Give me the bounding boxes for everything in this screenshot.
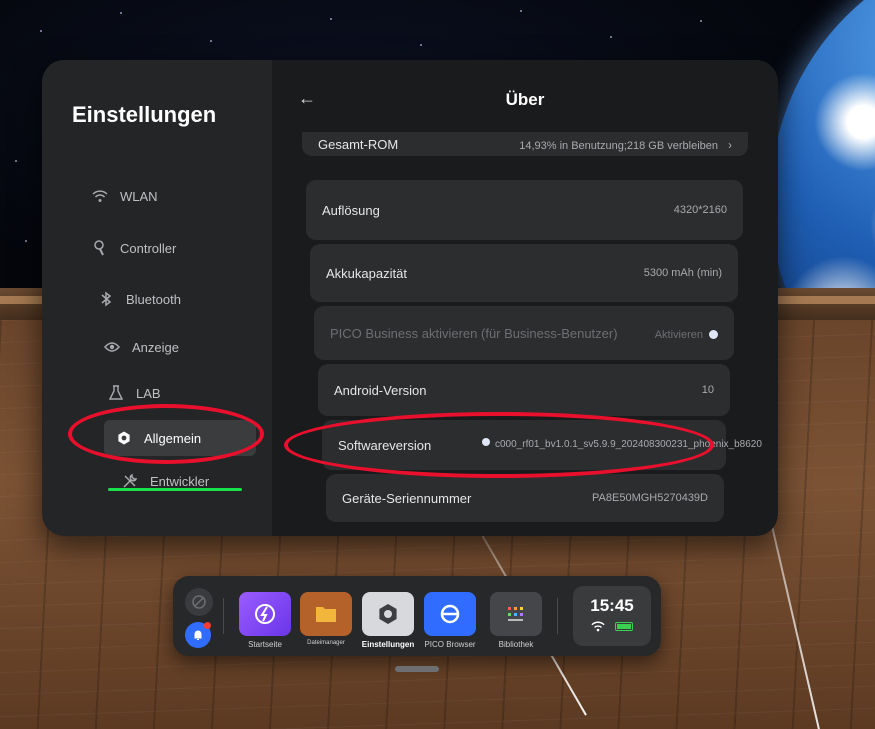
- dock-app-pico-browser[interactable]: PICO Browser: [423, 592, 477, 649]
- sidebar-item-controller[interactable]: Controller: [80, 233, 176, 263]
- row-gesamt-rom[interactable]: Gesamt-ROM 14,93% in Benutzung;218 GB ve…: [302, 132, 748, 156]
- row-seriennummer: Geräte-Seriennummer PA8E50MGH5270439D: [326, 474, 724, 522]
- highlight-softwareversion: [284, 412, 714, 478]
- highlight-allgemein: [68, 404, 264, 464]
- notification-badge: [204, 622, 211, 629]
- dock-chevron-handle[interactable]: [395, 666, 439, 672]
- row-label: Geräte-Seriennummer: [342, 490, 472, 506]
- sidebar-item-bluetooth[interactable]: Bluetooth: [86, 284, 181, 314]
- sidebar-title: Einstellungen: [72, 102, 217, 127]
- row-akkukapazitaet: Akkukapazität 5300 mAh (min): [310, 244, 738, 302]
- battery-icon: [615, 622, 633, 631]
- row-value: 4320*2160: [673, 204, 727, 216]
- sidebar-item-label: Controller: [120, 240, 177, 256]
- sidebar: Einstellungen WLAN Controller Bluetooth …: [42, 60, 272, 536]
- app-label: Einstellungen: [361, 640, 415, 649]
- sidebar-item-entwickler[interactable]: Entwickler: [110, 466, 209, 496]
- clock-widget[interactable]: 15:45: [573, 586, 651, 646]
- app-label: Dateimanager: [307, 640, 345, 646]
- dock-app-einstellungen[interactable]: Einstellungen: [361, 592, 415, 649]
- row-value: 10: [701, 384, 714, 396]
- sidebar-item-label: Bluetooth: [126, 291, 181, 307]
- row-label: Gesamt-ROM: [318, 136, 399, 152]
- app-label: PICO Browser: [424, 640, 476, 649]
- home-icon: [239, 592, 291, 636]
- controller-icon: [92, 240, 108, 256]
- app-label: Startseite: [248, 640, 282, 649]
- app-label: Bibliothek: [498, 640, 534, 649]
- sidebar-item-wlan[interactable]: WLAN: [80, 181, 158, 211]
- row-pico-business[interactable]: PICO Business aktivieren (für Business-B…: [314, 306, 734, 360]
- dock-app-bibliothek[interactable]: Bibliothek: [489, 592, 543, 649]
- browser-icon: [424, 592, 476, 636]
- sidebar-item-anzeige[interactable]: Anzeige: [92, 332, 179, 362]
- status-icons: [573, 621, 651, 632]
- eye-icon: [104, 339, 120, 355]
- dock-separator: [557, 598, 558, 634]
- folder-icon: [300, 592, 352, 636]
- block-icon[interactable]: [185, 588, 213, 616]
- dock-separator: [223, 598, 224, 634]
- flask-icon: [108, 385, 124, 401]
- row-android-version: Android-Version 10: [318, 364, 730, 416]
- wifi-icon: [92, 188, 108, 204]
- chevron-right-icon: ›: [728, 137, 732, 152]
- row-label: Akkukapazität: [326, 265, 407, 281]
- row-value: 5300 mAh (min): [643, 267, 722, 279]
- sidebar-item-label: LAB: [136, 385, 161, 401]
- row-value: Aktivieren: [654, 328, 703, 341]
- row-label: Auflösung: [322, 202, 380, 218]
- sidebar-item-label: Entwickler: [150, 473, 210, 489]
- toggle-knob: [709, 329, 718, 339]
- clock-time: 15:45: [590, 596, 634, 615]
- library-icon: [490, 592, 542, 636]
- sidebar-item-label: Anzeige: [132, 339, 179, 355]
- row-value: PA8E50MGH5270439D: [592, 492, 708, 504]
- underline-entwickler: [108, 488, 242, 491]
- row-aufloesung: Auflösung 4320*2160: [306, 180, 743, 240]
- dock-app-startseite[interactable]: Startseite: [238, 592, 292, 649]
- row-value: 14,93% in Benutzung;218 GB verbleiben: [519, 139, 718, 152]
- bluetooth-icon: [98, 291, 114, 307]
- taskbar-dock: Startseite Dateimanager Einstellungen PI…: [173, 576, 661, 656]
- row-label: Android-Version: [334, 382, 427, 398]
- wifi-status-icon: [591, 621, 605, 632]
- page-title: Über: [505, 90, 545, 109]
- settings-icon: [362, 592, 414, 636]
- dock-app-dateimanager[interactable]: Dateimanager: [299, 592, 353, 646]
- tools-icon: [122, 473, 138, 489]
- sidebar-item-label: WLAN: [120, 188, 158, 204]
- notification-bell-icon[interactable]: [185, 622, 211, 648]
- row-label: PICO Business aktivieren (für Business-B…: [330, 325, 618, 341]
